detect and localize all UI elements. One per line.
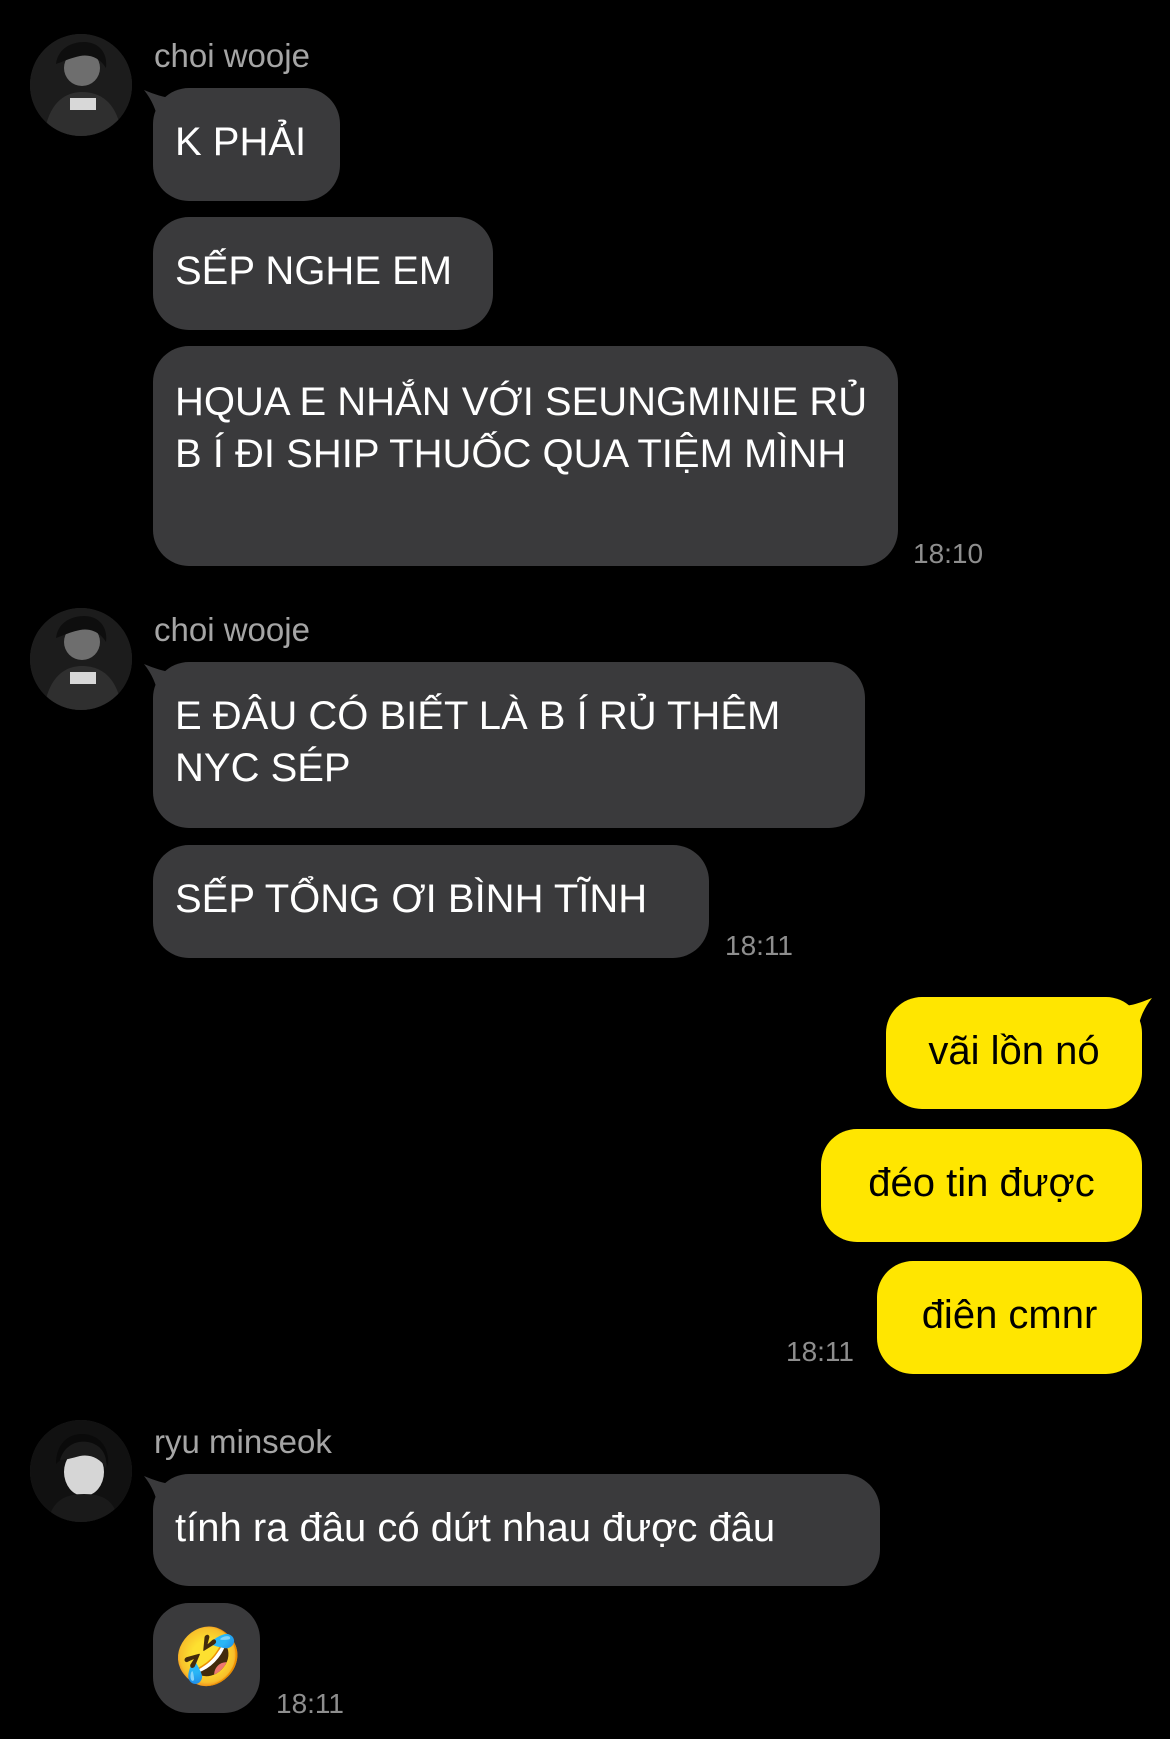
message-text: E ĐÂU CÓ BIẾT LÀ B Í RỦ THÊM NYC SÉP [175,694,781,790]
message-timestamp: 18:11 [276,1688,344,1719]
sender-name: ryu minseok [154,1423,332,1460]
message-text: SẾP TỔNG ƠI BÌNH TĨNH [175,877,648,921]
message-bubble[interactable]: SẾP TỔNG ƠI BÌNH TĨNH [153,845,709,958]
user-avatar-icon [30,608,132,710]
message-text: điên cmnr [921,1293,1098,1337]
message-bubble-emoji[interactable]: 🤣 [153,1603,260,1713]
message-text: vãi lồn nó [928,1029,1100,1073]
message-text: đéo tin được [868,1161,1095,1205]
message-text: tính ra đâu có dứt nhau được đâu [175,1506,776,1550]
message-bubble[interactable]: SẾP NGHE EM [153,217,493,330]
message-timestamp: 18:11 [786,1336,854,1367]
user-avatar-icon [30,34,132,136]
avatar-ryu-minseok[interactable] [30,1420,132,1522]
message-text: K PHẢI [175,120,307,164]
message-text: SẾP NGHE EM [175,249,453,293]
message-bubble[interactable]: E ĐÂU CÓ BIẾT LÀ B Í RỦ THÊM NYC SÉP [153,662,865,828]
message-timestamp: 18:11 [725,930,793,961]
message-timestamp: 18:10 [913,538,984,569]
avatar-choi-wooje[interactable] [30,608,132,710]
user-avatar-icon [30,1420,132,1522]
message-bubble[interactable]: điên cmnr [877,1261,1142,1374]
sender-name: choi wooje [154,37,310,74]
message-bubble[interactable]: HQUA E NHẮN VỚI SEUNGMINIE RỦ B Í ĐI SHI… [153,346,898,566]
message-bubble[interactable]: vãi lồn nó [886,997,1142,1109]
message-bubble[interactable]: đéo tin được [821,1129,1142,1242]
sender-name: choi wooje [154,611,310,648]
message-bubble[interactable]: tính ra đâu có dứt nhau được đâu [153,1474,880,1586]
laughing-emoji: 🤣 [173,1625,243,1688]
message-bubble[interactable]: K PHẢI [153,88,340,201]
message-text: HQUA E NHẮN VỚI SEUNGMINIE RỦ B Í ĐI SHI… [175,380,868,476]
avatar-choi-wooje[interactable] [30,34,132,136]
